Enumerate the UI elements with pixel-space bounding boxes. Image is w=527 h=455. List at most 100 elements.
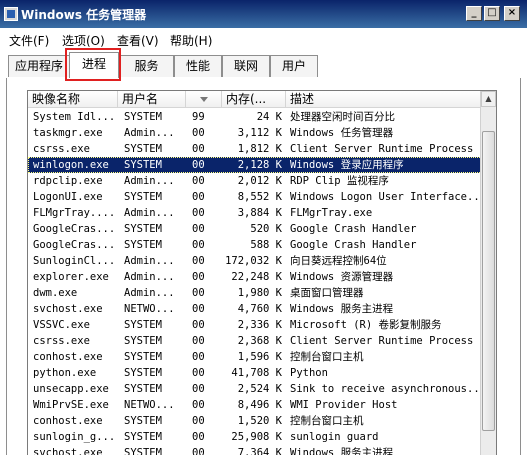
- process-description: RDP Clip 监视程序: [290, 175, 389, 187]
- process-name: WmiPrvSE.exe: [33, 399, 109, 411]
- process-list[interactable]: 映像名称 用户名 内存(... 描述 System Idl... SYSTEM 99…: [27, 90, 497, 455]
- process-name: unsecapp.exe: [33, 383, 109, 395]
- process-row[interactable]: conhost.exe SYSTEM 00 1,520 K 控制台窗口主机: [28, 413, 482, 429]
- process-user: SYSTEM: [124, 223, 162, 235]
- process-row[interactable]: rdpclip.exe Admin... 00 2,012 K RDP Clip 监视程…: [28, 173, 482, 189]
- process-name: dwm.exe: [33, 287, 78, 299]
- process-cpu: 00: [192, 303, 205, 315]
- process-description: 向日葵远程控制64位: [290, 255, 387, 267]
- process-row[interactable]: winlogon.exe SYSTEM 00 2,128 K Windows 登录应用程…: [28, 157, 482, 173]
- process-description: Windows Logon User Interface...: [290, 191, 482, 203]
- tab-networking[interactable]: 联网: [222, 55, 270, 77]
- scroll-up-button[interactable]: ▲: [481, 91, 496, 107]
- process-row[interactable]: VSSVC.exe SYSTEM 00 2,336 K Microsoft (R) 卷影…: [28, 317, 482, 333]
- process-row[interactable]: WmiPrvSE.exe NETWO... 00 8,496 K WMI Provide…: [28, 397, 482, 413]
- process-row[interactable]: GoogleCras... SYSTEM 00 588 K Google Crash H…: [28, 237, 482, 253]
- process-user: SYSTEM: [124, 239, 162, 251]
- process-name: conhost.exe: [33, 351, 103, 363]
- process-cpu: 00: [192, 431, 205, 443]
- column-image-name[interactable]: 映像名称: [28, 91, 118, 108]
- process-row[interactable]: python.exe SYSTEM 00 41,708 K Python: [28, 365, 482, 381]
- column-description[interactable]: 描述: [286, 91, 482, 108]
- process-cpu: 00: [192, 143, 205, 155]
- process-description: Windows 任务管理器: [290, 127, 394, 139]
- process-cpu: 00: [192, 335, 205, 347]
- process-row[interactable]: taskmgr.exe Admin... 00 3,112 K Windows 任务管理…: [28, 125, 482, 141]
- process-row[interactable]: dwm.exe Admin... 00 1,980 K 桌面窗口管理器: [28, 285, 482, 301]
- tab-performance[interactable]: 性能: [174, 55, 222, 77]
- process-row[interactable]: sunlogin_g... SYSTEM 00 25,908 K sunlogin gu…: [28, 429, 482, 445]
- process-memory: 2,368 K: [237, 335, 282, 347]
- column-cpu[interactable]: [186, 91, 222, 108]
- process-row[interactable]: svchost.exe SYSTEM 00 7,364 K Windows 服务主进程: [28, 445, 482, 455]
- process-name: rdpclip.exe: [33, 175, 103, 187]
- process-memory: 588 K: [250, 239, 282, 251]
- process-description: Client Server Runtime Process: [290, 335, 474, 347]
- column-user-name[interactable]: 用户名: [118, 91, 186, 108]
- process-memory: 3,112 K: [237, 127, 282, 139]
- process-row[interactable]: GoogleCras... SYSTEM 00 520 K Google Crash H…: [28, 221, 482, 237]
- tab-services[interactable]: 服务: [119, 55, 174, 77]
- process-user: NETWO...: [124, 399, 175, 411]
- process-description: FLMgrTray.exe: [290, 207, 373, 219]
- minimize-button[interactable]: _: [466, 6, 482, 21]
- process-memory: 1,520 K: [237, 415, 282, 427]
- process-cpu: 99: [192, 111, 205, 123]
- tab-users[interactable]: 用户: [270, 55, 318, 77]
- process-name: explorer.exe: [33, 271, 109, 283]
- process-name: csrss.exe: [33, 143, 90, 155]
- tab-processes[interactable]: 进程: [69, 52, 119, 78]
- process-memory: 22,248 K: [231, 271, 282, 283]
- process-row[interactable]: SunloginCl... Admin... 00 172,032 K 向日葵远程控制6…: [28, 253, 482, 269]
- process-row[interactable]: svchost.exe NETWO... 00 4,760 K Windows 服务主进…: [28, 301, 482, 317]
- process-user: SYSTEM: [124, 431, 162, 443]
- process-cpu: 00: [192, 175, 205, 187]
- process-memory: 24 K: [256, 111, 282, 123]
- process-row[interactable]: csrss.exe SYSTEM 00 1,812 K Client Server Ru…: [28, 141, 482, 157]
- close-button[interactable]: ×: [504, 6, 520, 21]
- process-memory: 7,364 K: [237, 447, 282, 455]
- process-cpu: 00: [192, 415, 205, 427]
- menu-view[interactable]: 查看(V): [117, 32, 159, 49]
- process-cpu: 00: [192, 159, 205, 171]
- process-memory: 2,336 K: [237, 319, 282, 331]
- process-memory: 8,552 K: [237, 191, 282, 203]
- process-row[interactable]: unsecapp.exe SYSTEM 00 2,524 K Sink to recei…: [28, 381, 482, 397]
- task-manager-app-icon: [4, 7, 18, 21]
- process-user: SYSTEM: [124, 447, 162, 455]
- vertical-scrollbar[interactable]: ▲: [480, 91, 496, 455]
- process-row[interactable]: LogonUI.exe SYSTEM 00 8,552 K Windows Logon …: [28, 189, 482, 205]
- list-header: 映像名称 用户名 内存(... 描述: [28, 91, 482, 108]
- process-memory: 3,884 K: [237, 207, 282, 219]
- scrollbar-thumb[interactable]: [482, 131, 495, 431]
- tab-applications[interactable]: 应用程序: [8, 55, 70, 77]
- process-description: WMI Provider Host: [290, 399, 398, 411]
- title-bar[interactable]: Windows 任务管理器 _ □ ×: [0, 0, 527, 28]
- process-description: 控制台窗口主机: [290, 415, 364, 427]
- menu-file[interactable]: 文件(F): [9, 32, 49, 49]
- process-memory: 4,760 K: [237, 303, 282, 315]
- process-row[interactable]: FLMgrTray.... Admin... 00 3,884 K FLMgrTray.…: [28, 205, 482, 221]
- process-description: Windows 资源管理器: [290, 271, 394, 283]
- process-description: Windows 服务主进程: [290, 447, 394, 455]
- process-user: SYSTEM: [124, 143, 162, 155]
- process-memory: 1,812 K: [237, 143, 282, 155]
- process-name: VSSVC.exe: [33, 319, 90, 331]
- column-memory[interactable]: 内存(...: [222, 91, 286, 108]
- process-cpu: 00: [192, 447, 205, 455]
- process-row[interactable]: System Idl... SYSTEM 99 24 K 处理器空闲时间百分比: [28, 109, 482, 125]
- process-row[interactable]: conhost.exe SYSTEM 00 1,596 K 控制台窗口主机: [28, 349, 482, 365]
- process-name: System Idl...: [33, 111, 116, 123]
- process-user: Admin...: [124, 175, 175, 187]
- process-row[interactable]: csrss.exe SYSTEM 00 2,368 K Client Server Ru…: [28, 333, 482, 349]
- maximize-button[interactable]: □: [484, 6, 500, 21]
- process-name: conhost.exe: [33, 415, 103, 427]
- process-row[interactable]: explorer.exe Admin... 00 22,248 K Windows 资源…: [28, 269, 482, 285]
- process-user: Admin...: [124, 127, 175, 139]
- menu-help[interactable]: 帮助(H): [170, 32, 212, 49]
- menu-bar: 文件(F) 选项(O) 查看(V) 帮助(H): [0, 28, 527, 50]
- menu-options[interactable]: 选项(O): [62, 32, 105, 49]
- process-description: 控制台窗口主机: [290, 351, 364, 363]
- process-cpu: 00: [192, 191, 205, 203]
- process-memory: 8,496 K: [237, 399, 282, 411]
